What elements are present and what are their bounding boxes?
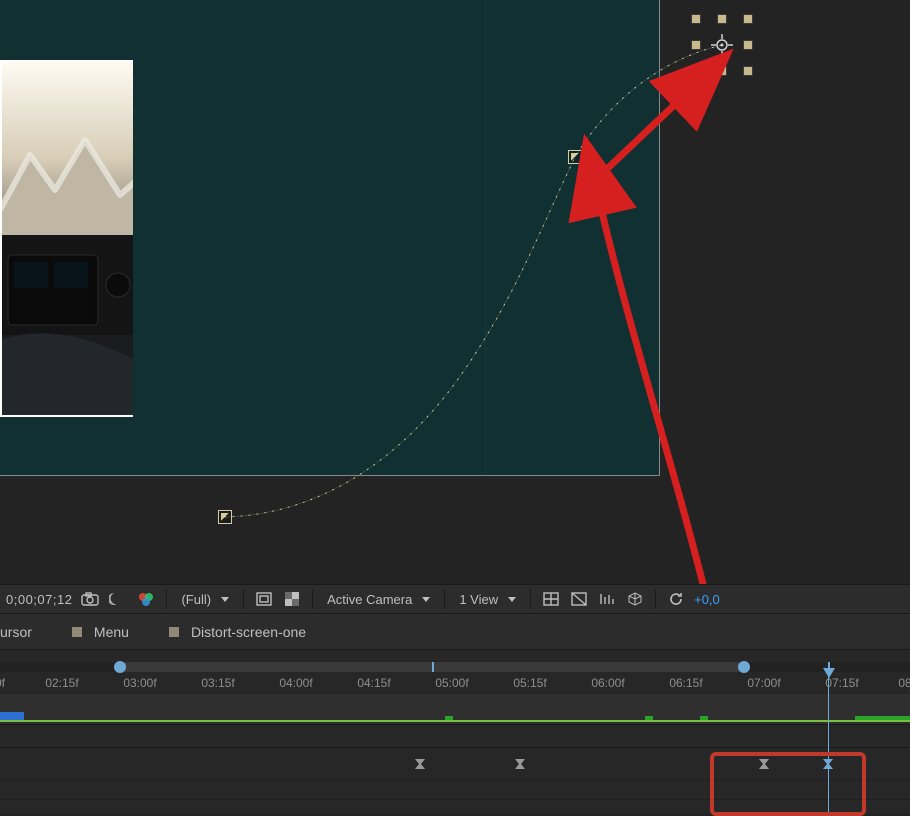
layer-tabs-row: ursor Menu Distort-screen-one bbox=[0, 614, 910, 650]
keyframe-icon[interactable] bbox=[514, 758, 526, 770]
layer-tab-distort[interactable]: Distort-screen-one bbox=[169, 624, 306, 640]
keyframe-track[interactable] bbox=[0, 748, 910, 781]
refresh-icon[interactable] bbox=[666, 589, 686, 609]
views-label: 1 View bbox=[459, 592, 498, 607]
blue-marker bbox=[0, 712, 24, 720]
camera-dropdown[interactable]: Active Camera bbox=[323, 590, 434, 609]
playhead[interactable] bbox=[828, 674, 829, 814]
keyframe-handle-start[interactable] bbox=[218, 510, 232, 524]
mask-icon[interactable] bbox=[569, 589, 589, 609]
ruler-tick: 06:00f bbox=[591, 676, 624, 690]
3d-gizmo-icon[interactable] bbox=[625, 589, 645, 609]
track-row[interactable] bbox=[0, 725, 910, 748]
selected-null-object[interactable] bbox=[695, 18, 749, 72]
current-timecode[interactable]: 0;00;07;12 bbox=[6, 592, 72, 607]
roi-icon[interactable] bbox=[254, 589, 274, 609]
transparency-grid-icon[interactable] bbox=[282, 589, 302, 609]
layer-preview-image[interactable] bbox=[0, 60, 133, 417]
color-management-icon[interactable] bbox=[136, 589, 156, 609]
snapshot-icon[interactable] bbox=[80, 589, 100, 609]
timeline-panel[interactable]: 0f 02:15f 03:00f 03:15f 04:00f 04:15f 05:00f 05… bbox=[0, 650, 910, 814]
navigator-start-knob[interactable] bbox=[114, 661, 126, 673]
keyframe-icon[interactable] bbox=[414, 758, 426, 770]
anchor-point-icon bbox=[711, 34, 733, 56]
composition-viewer[interactable] bbox=[0, 0, 910, 584]
ruler-tick: 04:15f bbox=[357, 676, 390, 690]
ruler-tick: 04:00f bbox=[279, 676, 312, 690]
camera-label: Active Camera bbox=[327, 592, 412, 607]
chevron-down-icon bbox=[422, 597, 430, 602]
navigator-end-knob[interactable] bbox=[738, 661, 750, 673]
layer-tab-cursor[interactable]: ursor bbox=[0, 624, 32, 640]
ruler-tick: 0f bbox=[0, 676, 5, 690]
views-dropdown[interactable]: 1 View bbox=[455, 590, 520, 609]
keyframe-icon[interactable] bbox=[758, 758, 770, 770]
ruler-tick: 06:15f bbox=[669, 676, 702, 690]
chevron-down-icon bbox=[221, 597, 229, 602]
preview-toolbar: 0;00;07;12 (Full) Active Camera 1 View +… bbox=[0, 584, 910, 614]
ruler-tick: 07:00f bbox=[747, 676, 780, 690]
resolution-label: (Full) bbox=[181, 592, 211, 607]
chevron-down-icon bbox=[508, 597, 516, 602]
layer-color-swatch bbox=[72, 627, 82, 637]
keyframe-handle-mid[interactable] bbox=[568, 150, 582, 164]
time-navigator[interactable] bbox=[0, 662, 910, 672]
layer-color-swatch bbox=[169, 627, 179, 637]
channels-icon[interactable] bbox=[108, 589, 128, 609]
ruler-tick: 05:00f bbox=[435, 676, 468, 690]
track-row[interactable] bbox=[0, 781, 910, 800]
ruler-tick: 08:0 bbox=[898, 676, 910, 690]
timecode-display-icon[interactable] bbox=[597, 589, 617, 609]
track-row[interactable] bbox=[0, 694, 910, 725]
layer-tab-menu[interactable]: Menu bbox=[72, 624, 129, 640]
ruler-tick: 03:00f bbox=[123, 676, 156, 690]
exposure-value[interactable]: +0,0 bbox=[694, 592, 720, 607]
ruler-tick: 03:15f bbox=[201, 676, 234, 690]
timeline-tracks[interactable] bbox=[0, 694, 910, 800]
ruler-tick: 02:15f bbox=[45, 676, 78, 690]
ruler-tick: 07:15f bbox=[825, 676, 858, 690]
resolution-dropdown[interactable]: (Full) bbox=[177, 590, 233, 609]
guides-icon[interactable] bbox=[541, 589, 561, 609]
ruler-tick: 05:15f bbox=[513, 676, 546, 690]
time-ruler[interactable]: 0f 02:15f 03:00f 03:15f 04:00f 04:15f 05:00f 05… bbox=[0, 674, 910, 695]
